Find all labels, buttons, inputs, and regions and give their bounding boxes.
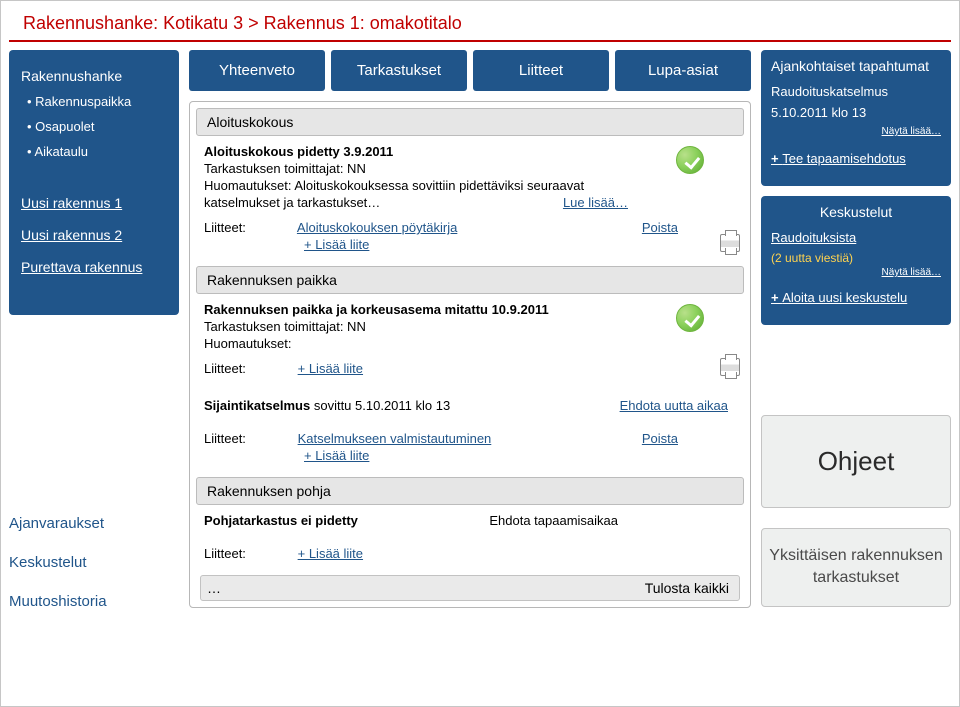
section-hdr-aloituskokous[interactable]: Aloituskokous	[196, 108, 744, 136]
print-icon[interactable]	[720, 358, 740, 376]
s3-suggest[interactable]: Ehdota uutta aikaa	[620, 398, 728, 413]
nav-ajanvaraukset[interactable]: Ajanvaraukset	[9, 515, 179, 532]
tab-lupa-asiat[interactable]: Lupa-asiat	[615, 50, 751, 91]
nav-keskustelut[interactable]: Keskustelut	[9, 554, 179, 571]
s2-title: Rakennuksen paikka ja korkeusasema mitat…	[204, 302, 549, 317]
nav-project[interactable]: Rakennushanke	[21, 68, 167, 84]
s2-inspectors: Tarkastuksen toimittajat: NN	[204, 319, 738, 334]
breadcrumb-building[interactable]: Rakennus 1: omakotitalo	[264, 13, 462, 33]
section-hdr-pohja[interactable]: Rakennuksen pohja	[196, 477, 744, 505]
s1-att-link[interactable]: Aloituskokouksen pöytäkirja	[297, 220, 457, 235]
sidebar: Rakennushanke Rakennuspaikka Osapuolet A…	[9, 50, 179, 632]
section-body-pohja: Pohjatarkastus ei pidetty Ehdota tapaami…	[190, 509, 750, 569]
tab-tarkastukset[interactable]: Tarkastukset	[331, 50, 467, 91]
nav-muutoshistoria[interactable]: Muutoshistoria	[9, 593, 179, 610]
tab-liitteet[interactable]: Liitteet	[473, 50, 609, 91]
chat-topic[interactable]: Raudoituksista	[771, 230, 941, 245]
s3-att-link[interactable]: Katselmukseen valmistautuminen	[298, 431, 492, 446]
panel-footer: … Tulosta kaikki	[200, 575, 740, 601]
s3-remove[interactable]: Poista	[642, 431, 678, 446]
s2-add-attach[interactable]: + Lisää liite	[298, 361, 363, 376]
print-all[interactable]: Tulosta kaikki	[645, 580, 729, 596]
check-icon	[676, 304, 704, 332]
nav-box: Rakennushanke Rakennuspaikka Osapuolet A…	[9, 50, 179, 315]
s1-title: Aloituskokous pidetty 3.9.2011	[204, 144, 393, 159]
check-icon	[676, 146, 704, 174]
chats-box: Keskustelut Raudoituksista (2 uutta vies…	[761, 196, 951, 325]
section-body-sijainti: Sijaintikatselmus sovittu 5.10.2011 klo …	[190, 384, 750, 471]
chats-add[interactable]: Aloita uusi keskustelu	[771, 290, 941, 305]
s4-title: Pohjatarkastus ei pidetty	[204, 513, 358, 528]
events-header: Ajankohtaiset tapahtumat	[771, 58, 941, 74]
s1-add-attach[interactable]: + Lisää liite	[304, 237, 738, 252]
section-body-aloituskokous: Aloituskokous pidetty 3.9.2011 Tarkastuk…	[190, 140, 750, 260]
inspections-panel: Aloituskokous Aloituskokous pidetty 3.9.…	[189, 101, 751, 608]
nav-building-1[interactable]: Uusi rakennus 1	[21, 195, 167, 211]
s1-notes-b: katselmukset ja tarkastukset…	[204, 195, 380, 210]
tabs: Yhteenveto Tarkastukset Liitteet Lupa-as…	[189, 50, 751, 91]
s2-att-label: Liitteet:	[204, 361, 294, 376]
tab-yhteenveto[interactable]: Yhteenveto	[189, 50, 325, 91]
section-body-paikka: Rakennuksen paikka ja korkeusasema mitat…	[190, 298, 750, 384]
section-hdr-paikka[interactable]: Rakennuksen paikka	[196, 266, 744, 294]
s4-add-attach[interactable]: + Lisää liite	[298, 546, 363, 561]
more-dots[interactable]: …	[207, 580, 221, 596]
s1-remove[interactable]: Poista	[642, 220, 678, 235]
nav-item-aikataulu[interactable]: Aikataulu	[21, 144, 167, 159]
breadcrumb-sep: >	[243, 13, 264, 33]
info-box: Yksittäisen rakennuksen tarkastukset	[761, 528, 951, 607]
nav-building-demolish[interactable]: Purettava rakennus	[21, 259, 167, 275]
s1-read-more[interactable]: Lue lisää…	[563, 195, 628, 210]
help-box[interactable]: Ohjeet	[761, 415, 951, 508]
side-links: Ajanvaraukset Keskustelut Muutoshistoria	[9, 515, 179, 610]
events-box: Ajankohtaiset tapahtumat Raudoituskatsel…	[761, 50, 951, 186]
s4-att-label: Liitteet:	[204, 546, 294, 561]
s4-suggest[interactable]: Ehdota tapaamisaikaa	[489, 513, 618, 528]
print-icon[interactable]	[720, 234, 740, 252]
event-time: 5.10.2011 klo 13	[771, 105, 941, 120]
s3-title-a: Sijaintikatselmus	[204, 398, 310, 413]
breadcrumb: Rakennushanke: Kotikatu 3 > Rakennus 1: …	[9, 1, 951, 42]
events-more[interactable]: Näytä lisää…	[771, 126, 941, 137]
s1-notes-a: Huomautukset: Aloituskokouksessa sovitti…	[204, 178, 738, 193]
breadcrumb-project[interactable]: Rakennushanke: Kotikatu 3	[23, 13, 243, 33]
event-item[interactable]: Raudoituskatselmus	[771, 84, 941, 99]
s2-notes: Huomautukset:	[204, 336, 738, 351]
chat-unread: (2 uutta viestiä)	[771, 251, 941, 265]
s3-att-label: Liitteet:	[204, 431, 294, 446]
nav-building-2[interactable]: Uusi rakennus 2	[21, 227, 167, 243]
events-add[interactable]: Tee tapaamisehdotus	[771, 151, 941, 166]
nav-item-osapuolet[interactable]: Osapuolet	[21, 119, 167, 134]
right-column: Ajankohtaiset tapahtumat Raudoituskatsel…	[761, 50, 951, 632]
chats-more[interactable]: Näytä lisää…	[771, 267, 941, 278]
s3-title-b: sovittu 5.10.2011 klo 13	[314, 398, 450, 413]
s1-inspectors: Tarkastuksen toimittajat: NN	[204, 161, 738, 176]
nav-item-rakennuspaikka[interactable]: Rakennuspaikka	[21, 94, 167, 109]
main-content: Yhteenveto Tarkastukset Liitteet Lupa-as…	[189, 50, 751, 632]
s3-add-attach[interactable]: + Lisää liite	[304, 448, 738, 463]
chats-header: Keskustelut	[771, 204, 941, 220]
s1-att-label: Liitteet:	[204, 220, 294, 235]
